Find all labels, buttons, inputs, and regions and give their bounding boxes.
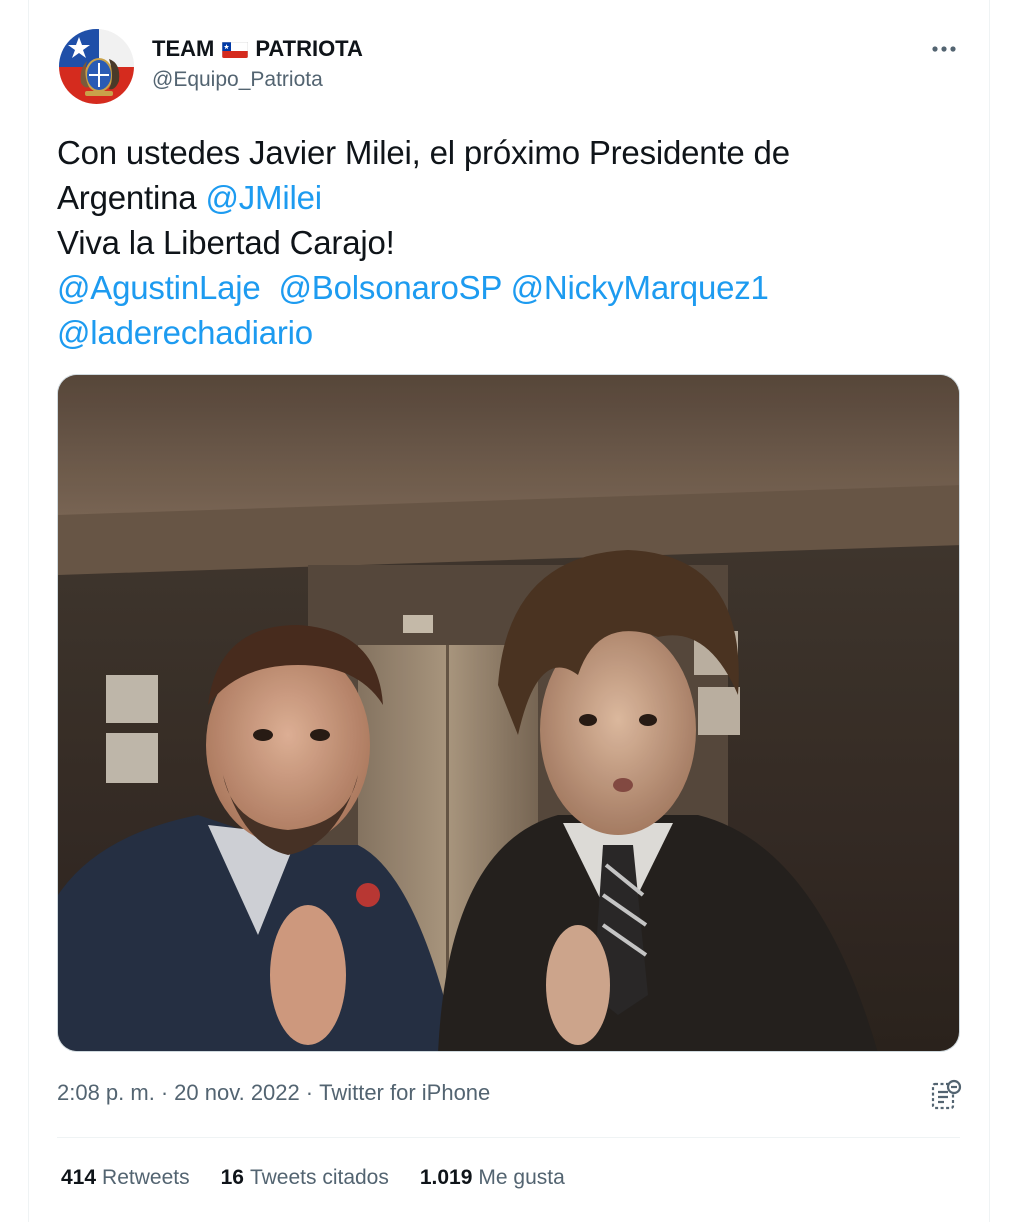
mention-link[interactable]: @NickyMarquez1 bbox=[511, 269, 769, 306]
author-handle[interactable]: @Equipo_Patriota bbox=[152, 68, 323, 92]
meta-separator: · bbox=[305, 1080, 314, 1105]
analytics-button[interactable] bbox=[929, 1078, 963, 1112]
tweet-card: TEAM PATRIOTA @Equipo_Patriota Con usted… bbox=[28, 0, 990, 1222]
likes-stat[interactable]: 1.019 Me gusta bbox=[420, 1166, 565, 1190]
quote-tweets-stat[interactable]: 16 Tweets citados bbox=[221, 1166, 389, 1190]
tweet-text: Con ustedes Javier Milei, el próximo Pre… bbox=[57, 130, 937, 355]
tweet-stats: 414 Retweets 16 Tweets citados 1.019 Me gus… bbox=[61, 1166, 596, 1190]
tweet-photo[interactable] bbox=[57, 374, 960, 1052]
more-horizontal-icon bbox=[931, 40, 957, 58]
tweet-text-line: @laderechadiario bbox=[57, 310, 937, 355]
more-button[interactable] bbox=[924, 32, 964, 66]
tweet-date[interactable]: 20 nov. 2022 bbox=[174, 1080, 300, 1105]
likes-label: Me gusta bbox=[478, 1166, 565, 1189]
tweet-text-line: Con ustedes Javier Milei, el próximo Pre… bbox=[57, 130, 937, 175]
avatar[interactable] bbox=[59, 29, 134, 104]
tweet-text-segment bbox=[261, 269, 279, 306]
analytics-icon bbox=[929, 1079, 963, 1116]
tweet-text-segment: Con ustedes Javier Milei, el próximo Pre… bbox=[57, 134, 790, 171]
mention-link[interactable]: @AgustinLaje bbox=[57, 269, 261, 306]
author-name-part2: PATRIOTA bbox=[255, 36, 363, 61]
tweet-source[interactable]: Twitter for iPhone bbox=[319, 1080, 490, 1105]
author-name-part1: TEAM bbox=[152, 36, 215, 61]
tweet-text-segment: Viva la Libertad Carajo! bbox=[57, 224, 395, 261]
divider bbox=[57, 1137, 960, 1138]
tweet-text-segment bbox=[502, 269, 511, 306]
tweet-time[interactable]: 2:08 p. m. bbox=[57, 1080, 155, 1105]
quotes-label: Tweets citados bbox=[249, 1166, 389, 1189]
likes-count: 1.019 bbox=[419, 1166, 473, 1189]
chile-flag-icon bbox=[222, 40, 249, 58]
mention-link[interactable]: @laderechadiario bbox=[57, 314, 313, 351]
tweet-text-segment: Argentina bbox=[57, 179, 206, 216]
tweet-text-line: Viva la Libertad Carajo! bbox=[57, 220, 937, 265]
retweets-count: 414 bbox=[61, 1166, 97, 1189]
tweet-text-line: Argentina @JMilei bbox=[57, 175, 937, 220]
quotes-count: 16 bbox=[220, 1166, 244, 1189]
tweet-text-line: @AgustinLaje @BolsonaroSP @NickyMarquez1 bbox=[57, 265, 937, 310]
meta-separator: · bbox=[160, 1080, 169, 1105]
mention-link[interactable]: @BolsonaroSP bbox=[279, 269, 502, 306]
mention-link[interactable]: @JMilei bbox=[205, 179, 322, 216]
retweets-label: Retweets bbox=[102, 1166, 190, 1189]
retweets-stat[interactable]: 414 Retweets bbox=[61, 1166, 190, 1190]
tweet-meta: 2:08 p. m. · 20 nov. 2022 · Twitter for iPho… bbox=[57, 1080, 490, 1106]
author-name[interactable]: TEAM PATRIOTA bbox=[152, 34, 363, 64]
